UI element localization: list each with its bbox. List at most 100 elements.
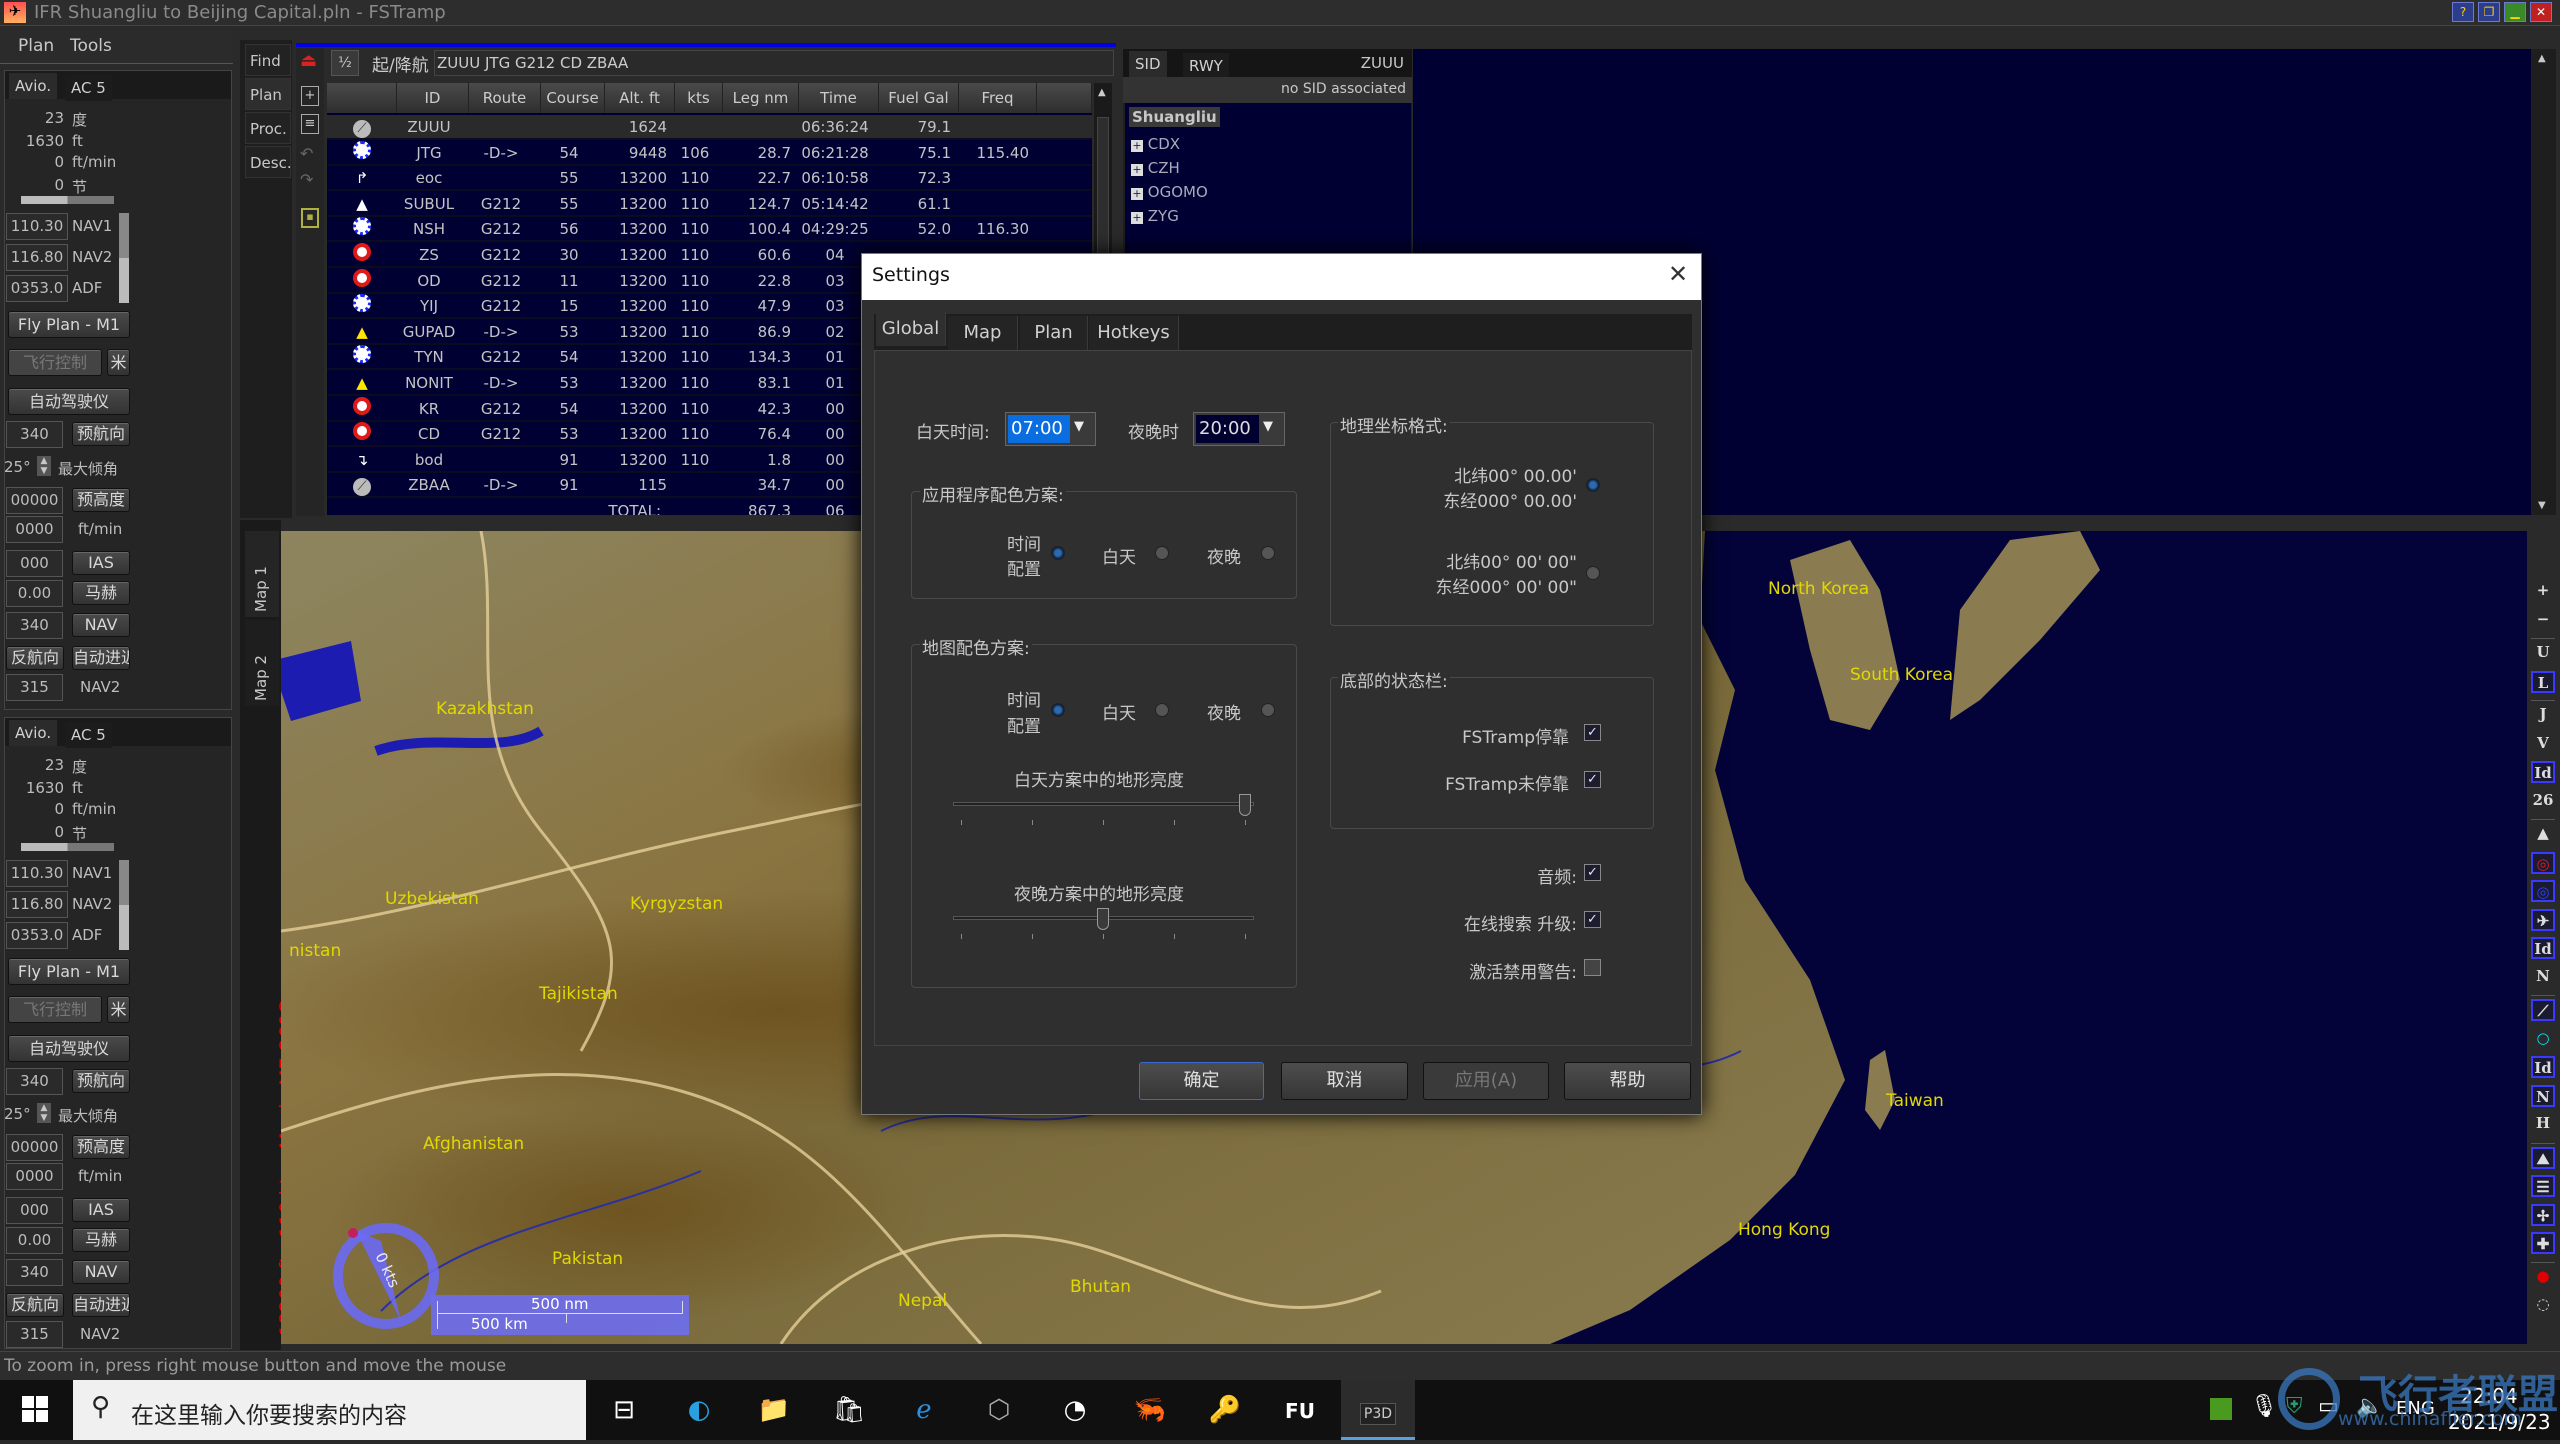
nav-hold-value[interactable]: 340: [6, 1259, 63, 1286]
departure-icon[interactable]: ⏏: [300, 50, 317, 71]
close-window-icon[interactable]: ✕: [2530, 2, 2552, 22]
nav-hold-button[interactable]: NAV: [72, 613, 130, 637]
vs-hold-value[interactable]: 0000: [6, 1163, 63, 1190]
night-brightness-thumb[interactable]: [1097, 908, 1109, 930]
jet-routes-icon[interactable]: J: [2531, 704, 2555, 726]
microphone-icon[interactable]: 🎙: [2250, 1394, 2278, 1419]
column-header[interactable]: ID: [397, 83, 469, 113]
map-scheme-time-radio[interactable]: [1051, 703, 1065, 717]
edge-icon[interactable]: ◐: [678, 1390, 720, 1430]
runway-number-icon[interactable]: 26: [2531, 790, 2555, 812]
clock-date[interactable]: 2021/9/23: [2448, 1410, 2551, 1434]
bank-stepper[interactable]: ▲ ▼: [37, 456, 51, 476]
menu-plan[interactable]: Plan: [18, 36, 54, 56]
id-icon[interactable]: Id: [2531, 1056, 2555, 1078]
table-row[interactable]: ▲ SUBUL G212 55 13200 110 124.7 05:14:42 61.1: [327, 191, 1092, 217]
task-view-icon[interactable]: ⊟: [603, 1390, 645, 1430]
sid-tree-root[interactable]: Shuangliu: [1129, 107, 1220, 127]
heading-hold-value[interactable]: 340: [6, 1068, 63, 1095]
side-tab-plan[interactable]: Plan: [245, 78, 291, 110]
mach-hold-value[interactable]: 0.00: [6, 1227, 63, 1254]
heading-hold-value[interactable]: 340: [6, 421, 63, 448]
undocked-checkbox[interactable]: ✓: [1584, 771, 1601, 788]
coord-seconds-radio[interactable]: [1586, 566, 1600, 580]
unit-toggle-button[interactable]: 米: [107, 349, 130, 376]
save-icon[interactable]: ▪: [301, 208, 319, 228]
lower-airways-icon[interactable]: L: [2531, 670, 2555, 693]
windows-start-icon[interactable]: [22, 1396, 48, 1422]
back-course-button[interactable]: 反航向: [6, 646, 64, 670]
tab-aircraft[interactable]: AC 5: [65, 75, 112, 101]
victor-routes-icon[interactable]: V: [2531, 733, 2555, 755]
altitude-hold-value[interactable]: 00000: [6, 487, 63, 514]
map-scheme-day-radio[interactable]: [1155, 703, 1169, 717]
side-tab-desc[interactable]: Desc.: [245, 146, 292, 178]
file-explorer-icon[interactable]: 📁: [753, 1390, 795, 1430]
column-header[interactable]: Course: [541, 83, 605, 113]
altitude-hold-button[interactable]: 预高度: [72, 488, 130, 512]
fly-plan-button[interactable]: Fly Plan - M1: [8, 958, 130, 985]
approach-button[interactable]: 自动进近: [72, 646, 130, 670]
table-row[interactable]: JTG -D-> 54 9448 106 28.7 06:21:28 75.1 115.40: [327, 140, 1092, 166]
waypoint-icon[interactable]: ▲: [2531, 823, 2555, 845]
fly-plan-button[interactable]: Fly Plan - M1: [8, 311, 130, 338]
app-scheme-night-radio[interactable]: [1261, 546, 1275, 560]
tab-aircraft[interactable]: AC 5: [65, 722, 112, 748]
list-icon[interactable]: ☰: [2531, 1175, 2555, 1197]
tab-sid[interactable]: SID: [1129, 51, 1167, 77]
tab-plan[interactable]: Plan: [1020, 316, 1088, 350]
terrain-icon[interactable]: ⛰: [2531, 1146, 2555, 1169]
range-ring-icon[interactable]: ○: [2531, 1028, 2555, 1050]
table-row[interactable]: ⟋ ZUUU 1624 06:36:24 79.1: [327, 115, 1092, 140]
tab-hotkeys[interactable]: Hotkeys: [1089, 316, 1179, 350]
ias-hold-value[interactable]: 000: [6, 1197, 63, 1224]
column-header[interactable]: Alt. ft: [605, 83, 675, 113]
upper-airways-icon[interactable]: U: [2531, 642, 2555, 664]
unit-toggle-button[interactable]: 米: [107, 996, 130, 1023]
column-header[interactable]: Time: [799, 83, 879, 113]
ias-hold-value[interactable]: 000: [6, 550, 63, 577]
restore-icon[interactable]: ❐: [2478, 2, 2500, 22]
sid-tree-item[interactable]: + CZH: [1131, 159, 1180, 177]
column-header[interactable]: Leg nm: [723, 83, 799, 113]
nvidia-icon[interactable]: [2210, 1398, 2232, 1420]
nav-hold-button[interactable]: NAV: [72, 1260, 130, 1284]
online-update-checkbox[interactable]: ✓: [1584, 911, 1601, 928]
adf-frequency[interactable]: 0353.0: [6, 275, 68, 302]
column-header[interactable]: Fuel Gal: [879, 83, 959, 113]
fu-icon[interactable]: FU: [1279, 1390, 1321, 1430]
app2-icon[interactable]: 🦐: [1129, 1390, 1171, 1430]
disable-warning-checkbox[interactable]: [1584, 959, 1601, 976]
clock-time[interactable]: 22:04: [2460, 1384, 2518, 1408]
app-icon[interactable]: ⬡: [978, 1390, 1020, 1430]
insert-waypoint-icon[interactable]: +: [301, 86, 319, 106]
ok-button[interactable]: 确定: [1139, 1062, 1264, 1100]
altitude-hold-value[interactable]: 00000: [6, 1134, 63, 1161]
marker-icon[interactable]: ●: [2531, 1266, 2555, 1288]
language-indicator[interactable]: ENG: [2396, 1398, 2435, 1419]
network-icon[interactable]: ▭: [2318, 1394, 2339, 1419]
adf-frequency[interactable]: 0353.0: [6, 922, 68, 949]
night-time-select[interactable]: 20:00 ▼: [1193, 412, 1285, 446]
table-row[interactable]: ↱ eoc 55 13200 110 22.7 06:10:58 72.3: [327, 166, 1092, 192]
redo-icon[interactable]: ↷: [300, 170, 313, 189]
day-brightness-thumb[interactable]: [1239, 794, 1251, 816]
aircraft-icon[interactable]: ✚: [2531, 1232, 2555, 1254]
menu-tools[interactable]: Tools: [70, 36, 112, 56]
close-icon[interactable]: ✕: [1668, 260, 1688, 288]
sid-tree-item[interactable]: + ZYG: [1131, 207, 1179, 225]
radio-scrollbar[interactable]: [119, 213, 129, 303]
side-tab-proc[interactable]: Proc.: [245, 112, 291, 144]
apply-button[interactable]: 应用(A): [1423, 1062, 1549, 1100]
name-icon[interactable]: N: [2531, 1084, 2555, 1107]
nav2-course-value[interactable]: 315: [6, 674, 63, 701]
bank-stepper[interactable]: ▲ ▼: [37, 1103, 51, 1123]
route-field[interactable]: ZUUU JTG G212 CD ZBAA: [434, 50, 1114, 76]
heading-hold-button[interactable]: 预航向: [72, 1069, 130, 1093]
volume-icon[interactable]: 🔈: [2356, 1394, 2383, 1419]
night-brightness-slider[interactable]: [953, 908, 1254, 942]
half-button[interactable]: ½: [331, 50, 359, 76]
side-tab-find[interactable]: Find: [245, 44, 291, 76]
airway-id-icon[interactable]: Id: [2531, 761, 2555, 783]
tab-map-2[interactable]: Map 2: [245, 620, 279, 706]
